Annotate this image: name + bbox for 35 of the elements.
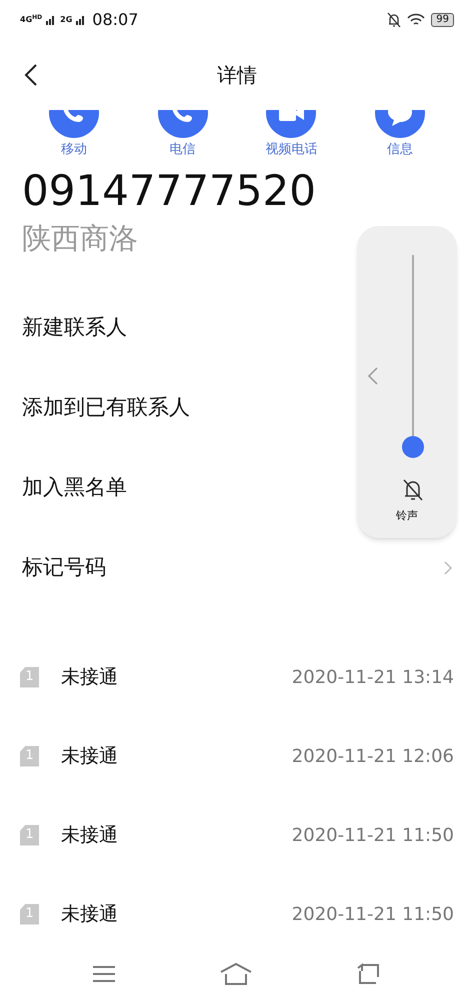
signal-icon (46, 16, 56, 24)
menu-item[interactable]: 加入黑名单 (22, 472, 127, 504)
call-time: 2020-11-21 11:50 (292, 902, 454, 926)
action-label[interactable]: 视频电话 (265, 140, 318, 160)
location-text: 陕西商洛 (22, 220, 139, 256)
battery-indicator: 99 (431, 13, 454, 27)
back-arrow-icon[interactable] (356, 963, 382, 985)
clock: 08:07 (92, 9, 138, 31)
menu-item[interactable]: 添加到已有联系人 (22, 392, 190, 424)
volume-label: 铃声 (395, 508, 419, 524)
network-label: 4G$^{HD}$ (20, 16, 42, 24)
back-icon[interactable] (24, 63, 38, 87)
signal-icon (76, 16, 86, 24)
call-status: 未接通 (61, 822, 118, 848)
muted-bell-icon[interactable] (402, 478, 424, 502)
chevron-left-icon[interactable] (367, 366, 379, 386)
menu-item[interactable]: 新建联系人 (22, 312, 127, 344)
call-time: 2020-11-21 11:50 (292, 824, 454, 848)
call-time: 2020-11-21 12:06 (292, 744, 454, 768)
volume-slider-thumb[interactable] (402, 436, 424, 458)
action-label[interactable]: 信息 (386, 140, 413, 160)
network-label: 2G (60, 16, 72, 24)
action-label[interactable]: 电信 (170, 140, 196, 160)
page-title: 详情 (217, 62, 257, 89)
wifi-icon (407, 13, 426, 27)
menu-icon[interactable] (92, 964, 116, 984)
call-status: 未接通 (61, 902, 118, 927)
muted-bell-icon (387, 12, 402, 28)
home-icon[interactable] (220, 962, 252, 986)
call-status: 未接通 (61, 664, 118, 690)
action-label[interactable]: 移动 (61, 140, 87, 160)
menu-item[interactable]: 标记号码 (22, 552, 106, 584)
phone-number: 09147777520 (22, 164, 317, 216)
call-status: 未接通 (61, 744, 118, 769)
call-time: 2020-11-21 13:14 (292, 666, 454, 690)
